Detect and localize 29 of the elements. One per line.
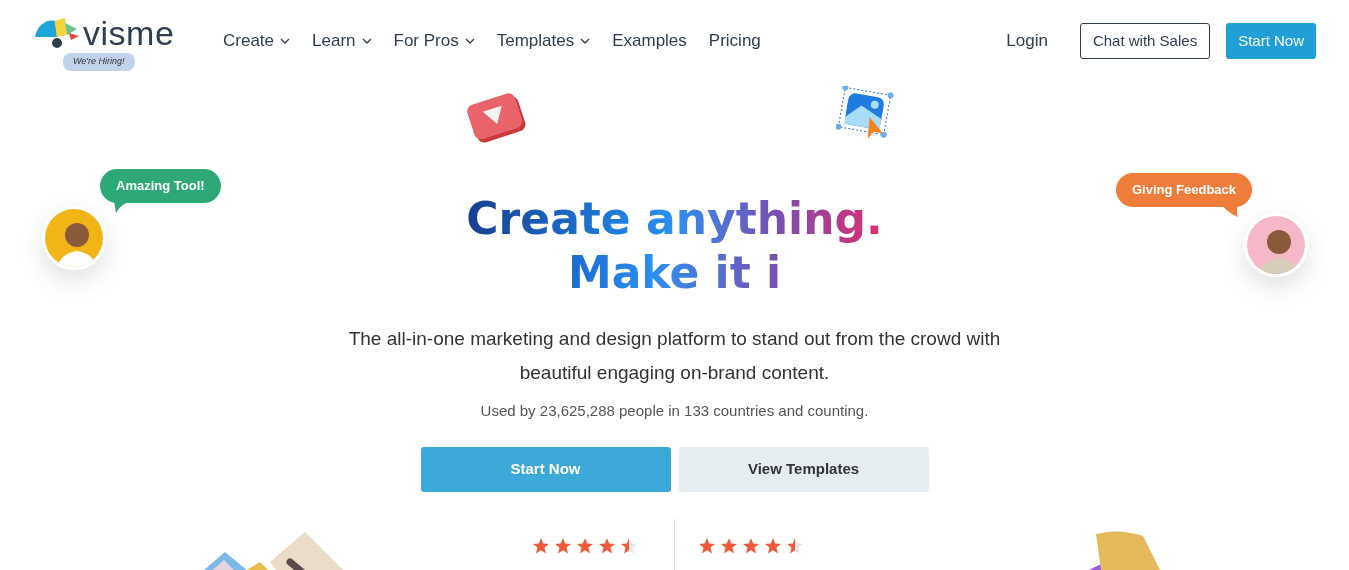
nav-link[interactable]: Learn: [312, 28, 372, 54]
logo-wordmark[interactable]: visme: [83, 15, 175, 53]
star-icon: [786, 537, 804, 555]
star-icon: [698, 537, 716, 555]
nav-link[interactable]: For Pros: [393, 28, 475, 54]
hiring-badge[interactable]: We're Hiring!: [63, 53, 135, 71]
subtitle: The all-in-one marketing and design platform to stand out from the crowd with beautiful engaging on-brand content.: [347, 327, 1002, 385]
star-icon: [742, 537, 760, 555]
star-icon: [532, 537, 550, 555]
chevron-down-icon: [580, 37, 591, 45]
bubble-tail: [1222, 204, 1239, 217]
view-templates-button[interactable]: View Templates: [678, 446, 929, 492]
nav-link[interactable]: Pricing: [708, 28, 761, 54]
star-icon: [720, 537, 738, 555]
star-icon: [764, 537, 782, 555]
chat-button[interactable]: Chat with Sales: [1079, 22, 1211, 60]
star-icon: [554, 537, 572, 555]
usage-stats: Used by 23,625,288 people in 133 countries and counting.: [480, 401, 869, 421]
chevron-down-icon: [361, 37, 372, 45]
star-icon: [576, 537, 594, 555]
star-icon: [598, 537, 616, 555]
star-icon: [620, 537, 638, 555]
nav-link[interactable]: Templates: [496, 28, 591, 54]
nav-link[interactable]: Create: [223, 28, 291, 54]
chevron-down-icon: [464, 37, 475, 45]
logo-icon: [33, 15, 81, 51]
nav-link[interactable]: Examples: [612, 28, 687, 54]
login-link[interactable]: Login: [1006, 28, 1048, 54]
chevron-down-icon: [280, 37, 291, 45]
